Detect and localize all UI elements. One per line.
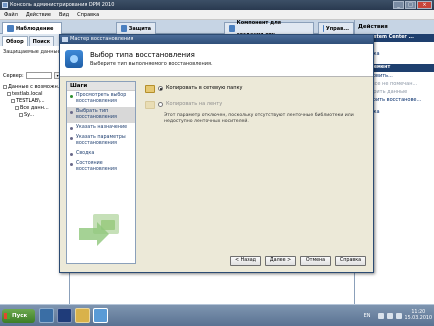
tab-protection[interactable]: Защита — [116, 22, 156, 34]
recovery-icon — [65, 50, 83, 68]
volume-icon[interactable] — [395, 313, 402, 319]
menu-file[interactable]: Файл — [4, 10, 18, 19]
option-tape: Копировать на ленту — [145, 101, 370, 109]
tree-item[interactable]: Все данн... — [3, 105, 63, 112]
tab-browse[interactable]: Обзор — [2, 36, 28, 46]
monitoring-icon — [7, 25, 14, 32]
step-recovery-status: Состояние восстановления — [67, 159, 135, 175]
option-network-folder[interactable]: Копировать в сетевую папку — [145, 85, 370, 93]
step-review-selection[interactable]: Просмотреть выбор восстановления — [67, 91, 135, 107]
next-button[interactable]: Далее > — [265, 256, 296, 266]
dialog-header: Выбор типа восстановления Выберите тип в… — [60, 44, 373, 77]
clock[interactable]: 11:20 15.03.2010 — [405, 310, 432, 322]
page-subtitle: Выберите тип выполняемого восстановления… — [90, 61, 213, 67]
wizard-decoration-icon — [79, 214, 119, 246]
window-titlebar: Консоль администрирования DPM 2010 _ □ × — [0, 0, 434, 10]
help-button[interactable]: Справка — [335, 256, 366, 266]
system-tray: EN 11:20 15.03.2010 — [364, 307, 432, 325]
menu-action[interactable]: Действие — [26, 10, 51, 19]
server-input[interactable] — [25, 72, 52, 79]
back-button[interactable]: < Назад — [230, 256, 261, 266]
radio-tape — [158, 102, 163, 107]
tab-management[interactable]: Управ... — [318, 22, 354, 34]
data-tree: Данные с возможн... testlab.local TESTLA… — [3, 84, 63, 119]
protection-icon — [121, 25, 127, 32]
menu-bar: Файл Действие Вид Справка — [0, 10, 434, 20]
server-filter: Сервер: ▾ — [3, 72, 62, 79]
dialog-buttons: < Назад Далее > Отмена Справка — [230, 256, 366, 266]
cancel-button[interactable]: Отмена — [300, 256, 331, 266]
management-icon — [323, 25, 324, 32]
dialog-titlebar: Мастер восстановления — [60, 35, 373, 44]
server-manager-icon[interactable] — [39, 308, 54, 323]
step-specify-destination: Указать назначение — [67, 123, 135, 133]
network-icon[interactable] — [386, 313, 393, 319]
language-indicator[interactable]: EN — [364, 313, 371, 319]
workspace-tabs: Наблюдение Защита Компонент для создания… — [0, 20, 354, 38]
step-specify-options: Указать параметры восстановления — [67, 133, 135, 149]
tree-item[interactable]: TESTLAB\... — [3, 98, 63, 105]
menu-view[interactable]: Вид — [59, 10, 69, 19]
taskbar: Пуск EN 11:20 15.03.2010 — [0, 304, 434, 326]
explorer-icon[interactable] — [75, 308, 90, 323]
steps-title: Шаги — [67, 82, 135, 91]
start-button[interactable]: Пуск — [2, 309, 35, 323]
server-label: Сервер: — [3, 72, 24, 79]
close-button[interactable]: × — [417, 1, 432, 9]
recovery-wizard-dialog: Мастер восстановления Выбор типа восстан… — [59, 34, 374, 273]
recovery-type-options: Копировать в сетевую папку Копировать на… — [145, 85, 370, 125]
tree-item[interactable]: testlab.local — [3, 91, 63, 98]
option-label: Копировать в сетевую папку — [166, 85, 243, 91]
tab-monitoring[interactable]: Наблюдение — [2, 22, 62, 34]
tree-item[interactable]: Данные с возможн... — [3, 84, 63, 91]
window-title: Консоль администрирования DPM 2010 — [10, 2, 115, 8]
tree-item[interactable]: Sy... — [3, 112, 63, 119]
folder-icon — [145, 85, 155, 93]
minimize-button[interactable]: _ — [393, 1, 404, 9]
window-controls: _ □ × — [393, 1, 432, 9]
app-icon — [2, 2, 8, 8]
step-select-type[interactable]: Выбрать тип восстановления — [67, 107, 135, 123]
tab-search[interactable]: Поиск — [28, 36, 55, 46]
tray-icon[interactable] — [377, 313, 384, 319]
option-label: Копировать на ленту — [166, 101, 223, 107]
powershell-icon[interactable] — [57, 308, 72, 323]
page-title: Выбор типа восстановления — [90, 51, 195, 59]
menu-help[interactable]: Справка — [77, 10, 99, 19]
wizard-steps: Шаги Просмотреть выбор восстановления Вы… — [66, 81, 136, 264]
step-summary: Сводка — [67, 149, 135, 159]
radio-network-folder[interactable] — [158, 86, 163, 91]
maximize-button[interactable]: □ — [405, 1, 416, 9]
dpm-console-icon[interactable] — [93, 308, 108, 323]
wizard-icon — [62, 37, 68, 42]
tape-icon — [145, 101, 155, 109]
windows-logo-icon — [4, 313, 10, 319]
tape-note: Этот параметр отключен, поскольку отсутс… — [164, 113, 354, 124]
dialog-title: Мастер восстановления — [70, 36, 134, 42]
tab-reporting[interactable]: Компонент для создания отч... — [224, 20, 314, 38]
actions-title: Действия — [355, 20, 434, 34]
reporting-icon — [229, 25, 235, 32]
